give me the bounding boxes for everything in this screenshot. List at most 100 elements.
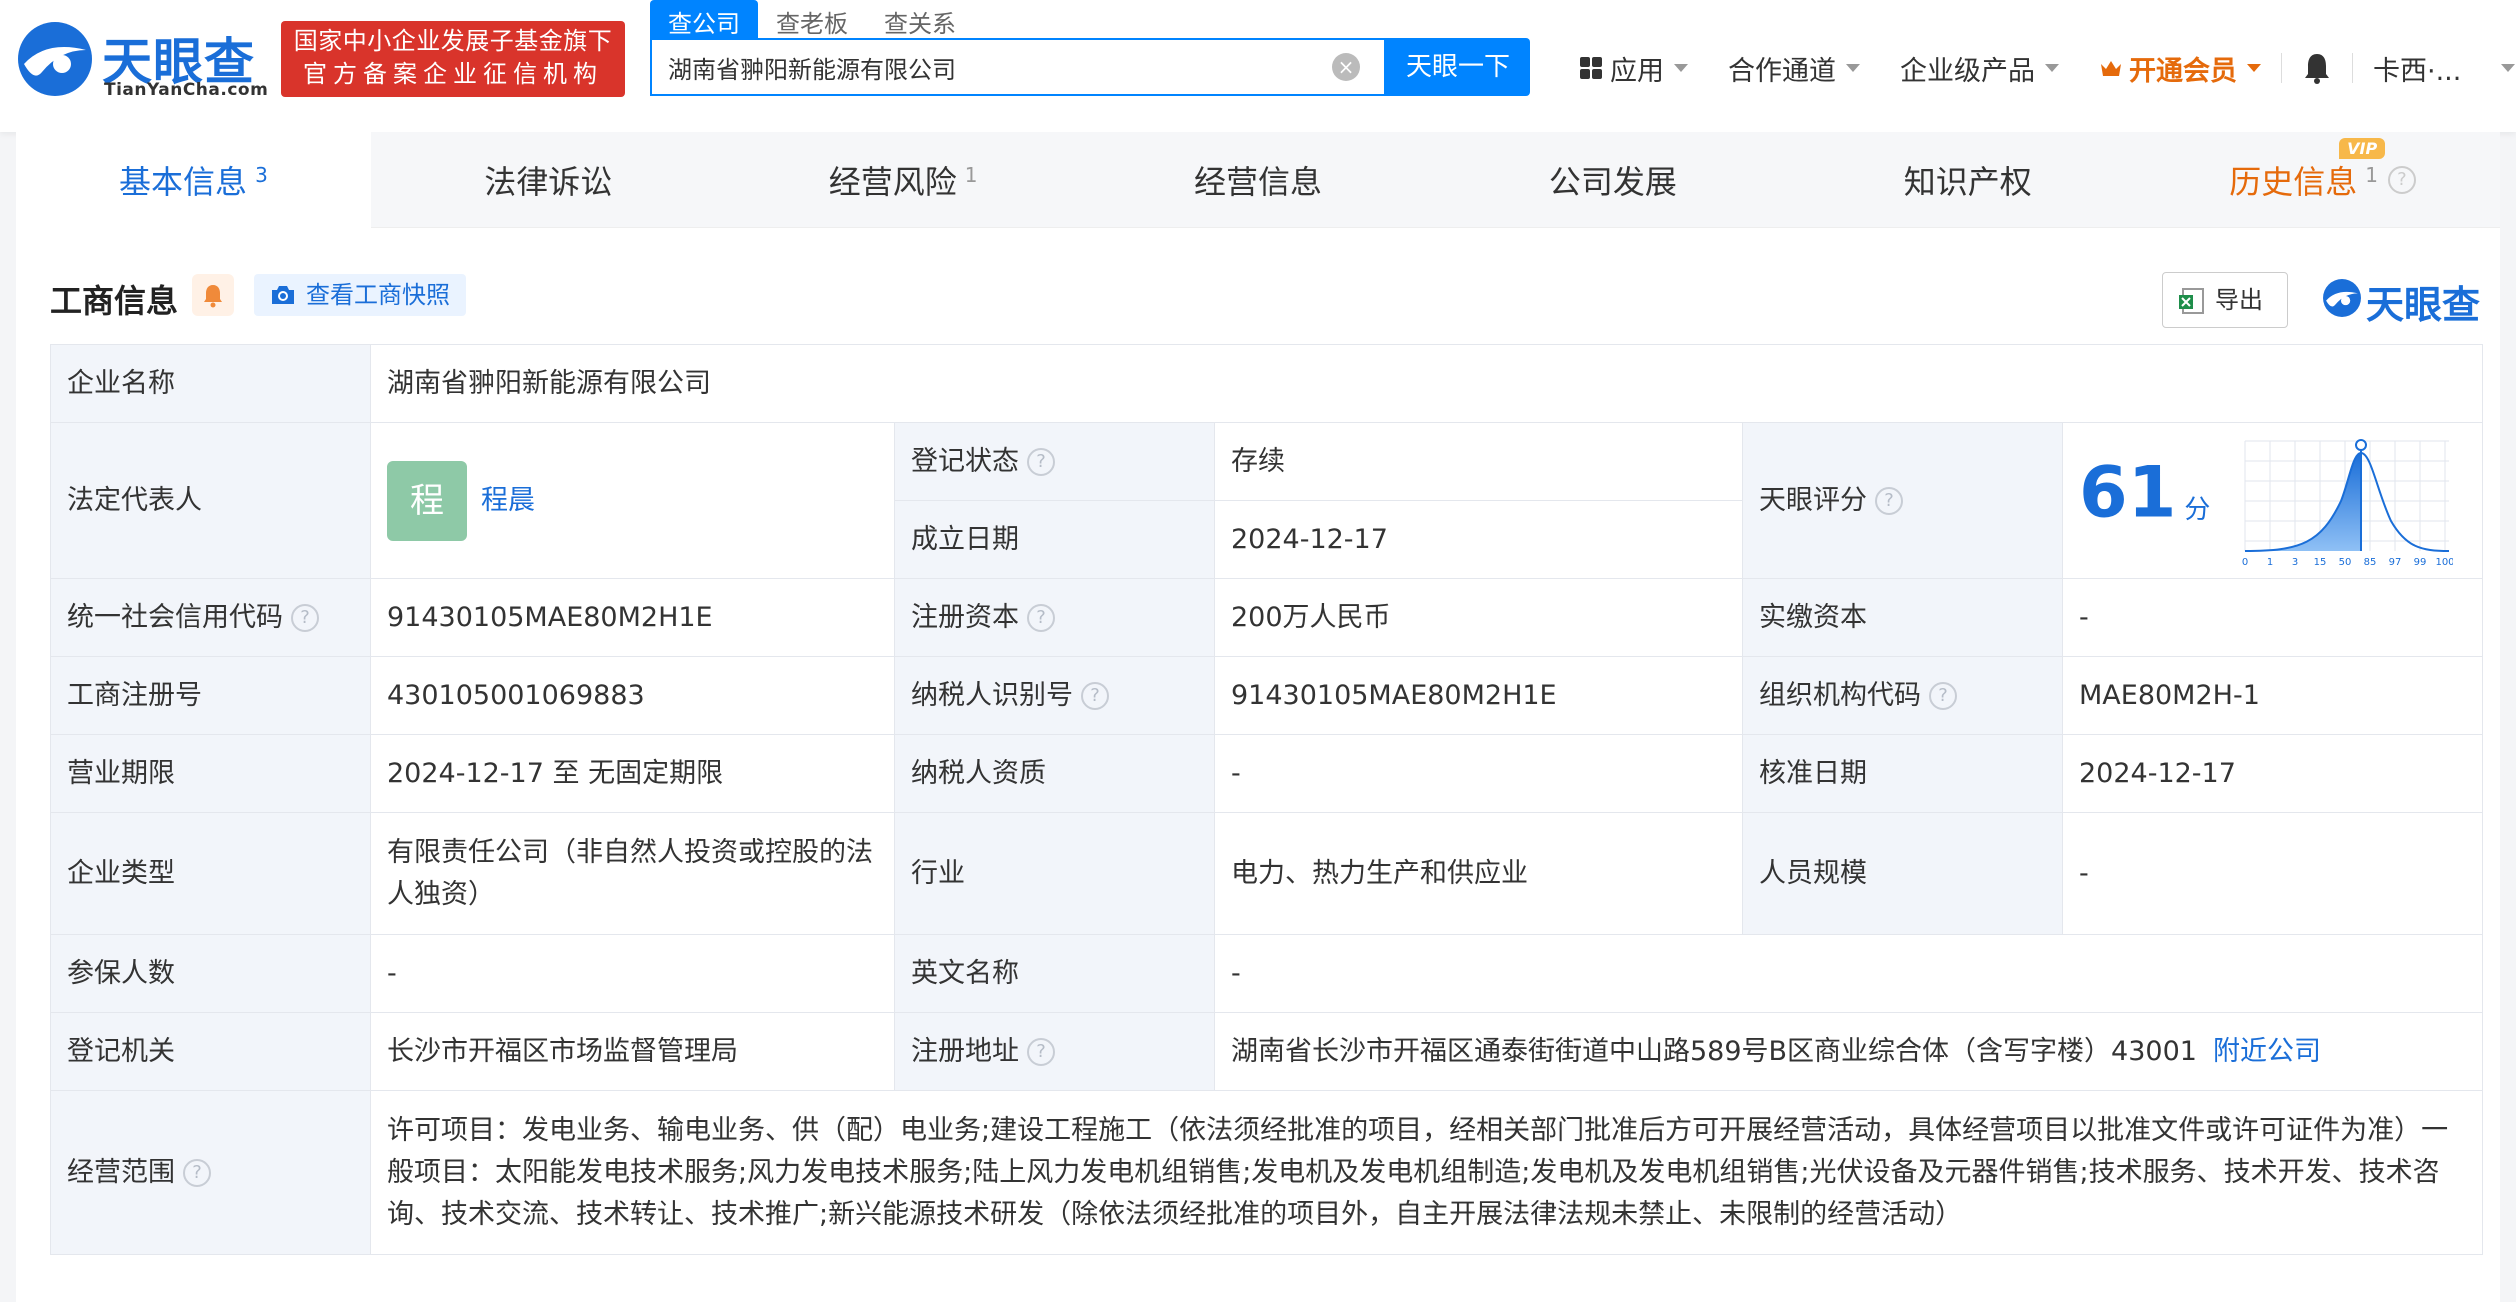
help-icon[interactable]: ?	[291, 604, 319, 632]
approve-date-label: 核准日期	[1742, 734, 2063, 813]
tick-label: 1	[2267, 557, 2273, 568]
company-name-label: 企业名称	[50, 344, 371, 423]
tab-basic-info[interactable]: 基本信息 3	[16, 132, 371, 228]
nearby-companies-link[interactable]: 附近公司	[2213, 1036, 2321, 1067]
help-icon[interactable]: ?	[1027, 448, 1055, 476]
tianyancha-logo[interactable]: 天眼查 TianYanCha.com	[16, 20, 268, 102]
tab-history[interactable]: 历史信息 1 ? VIP	[2145, 132, 2500, 228]
table-row: 营业期限 2024-12-17 至 无固定期限 纳税人资质 - 核准日期 202…	[50, 734, 2484, 813]
business-info-table: 企业名称 湖南省翀阳新能源有限公司 法定代表人 程程晨 登记状态? 存续 天眼评…	[50, 344, 2484, 1255]
avatar[interactable]: 程	[387, 460, 467, 541]
score-cell[interactable]: 61 分 0 1 3 15 50 85 97 99 100	[2061, 422, 2484, 579]
snapshot-label: 查看工商快照	[306, 281, 450, 309]
search-input[interactable]	[668, 40, 1308, 94]
nav-enterprise[interactable]: 企业级产品	[1880, 44, 2079, 92]
notifications-button[interactable]	[2282, 44, 2352, 92]
table-row: 法定代表人 程程晨 登记状态? 存续 天眼评分? 61 分 0 1 3 15 5…	[50, 422, 2484, 579]
export-button[interactable]: 导出	[2162, 272, 2288, 328]
tick-label: 3	[2292, 557, 2298, 568]
authority-label: 登记机关	[50, 1012, 371, 1091]
help-icon[interactable]: ?	[2387, 166, 2416, 194]
help-icon[interactable]: ?	[1027, 1038, 1055, 1066]
tab-label: 经营信息	[1194, 163, 1323, 201]
credit-code-value: 91430105MAE80M2H1E	[370, 578, 895, 657]
table-row: 参保人数 - 英文名称 -	[50, 934, 2484, 1013]
gov-badge-line1: 国家中小企业发展子基金旗下	[293, 27, 613, 55]
score-distribution-chart: 0 1 3 15 50 85 97 99 100	[2242, 439, 2453, 568]
chevron-down-icon	[2045, 64, 2059, 72]
nav-channel[interactable]: 合作通道	[1708, 44, 1880, 92]
nav-apps[interactable]: 应用	[1560, 44, 1708, 92]
tab-count: 1	[964, 163, 978, 187]
nav-apps-label: 应用	[1610, 55, 1664, 87]
taxpayer-id-label-cell: 纳税人识别号?	[894, 656, 1215, 735]
table-row: 工商注册号 430105001069883 纳税人识别号? 91430105MA…	[50, 656, 2484, 735]
score-value: 61	[2079, 451, 2177, 533]
nav-vip[interactable]: 开通会员	[2079, 44, 2281, 92]
tianyancha-brand: 天眼查	[2322, 272, 2486, 327]
monitor-bell-button[interactable]	[192, 274, 234, 316]
found-date-label: 成立日期	[894, 500, 1215, 579]
help-icon[interactable]: ?	[1081, 682, 1109, 710]
insured-value: -	[370, 934, 895, 1013]
tick-label: 0	[2242, 557, 2248, 568]
help-icon[interactable]: ?	[183, 1159, 211, 1187]
search-tab-boss[interactable]: 查老板	[758, 0, 866, 38]
company-name-value: 湖南省翀阳新能源有限公司	[369, 344, 2484, 423]
search-button[interactable]: 天眼一下	[1386, 38, 1530, 96]
en-name-label: 英文名称	[894, 934, 1215, 1013]
tab-ip[interactable]: 知识产权	[1790, 132, 2145, 228]
company-panel: 基本信息 3 法律诉讼 经营风险 1 经营信息 公司发展 知识产权 历史信息 1…	[16, 132, 2500, 1302]
tab-operation[interactable]: 经营信息	[1081, 132, 1436, 228]
industry-value: 电力、热力生产和供应业	[1214, 812, 1743, 935]
reg-capital-label-cell: 注册资本?	[894, 578, 1215, 657]
top-header: 天眼查 TianYanCha.com 国家中小企业发展子基金旗下 官方备案企业征…	[0, 0, 2516, 132]
tick-label: 85	[2364, 557, 2377, 568]
found-date-value: 2024-12-17	[1214, 500, 1743, 579]
legal-rep-link[interactable]: 程晨	[481, 485, 535, 516]
staff-value: -	[2061, 812, 2484, 935]
gov-badge-line2: 官方备案企业征信机构	[303, 60, 603, 88]
taxpayer-id-label: 纳税人识别号	[911, 679, 1073, 711]
en-name-value: -	[1213, 934, 2484, 1013]
taxpayer-qual-label: 纳税人资质	[894, 734, 1215, 813]
help-icon[interactable]: ?	[1027, 604, 1055, 632]
org-code-label-cell: 组织机构代码?	[1742, 656, 2063, 735]
status-value: 存续	[1214, 422, 1743, 501]
nav-user[interactable]: 卡西·...	[2353, 44, 2516, 92]
status-label: 登记状态	[911, 445, 1019, 477]
table-row: 统一社会信用代码? 91430105MAE80M2H1E 注册资本? 200万人…	[50, 578, 2484, 657]
camera-icon	[272, 286, 294, 304]
legal-rep-label: 法定代表人	[50, 422, 371, 579]
staff-label: 人员规模	[1742, 812, 2063, 935]
bell-icon	[2305, 54, 2329, 84]
nav-user-label: 卡西·...	[2373, 55, 2462, 87]
approve-date-value: 2024-12-17	[2061, 734, 2484, 813]
table-row: 企业名称 湖南省翀阳新能源有限公司	[50, 344, 2484, 423]
scope-label: 经营范围	[67, 1156, 175, 1188]
view-snapshot-button[interactable]: 查看工商快照	[254, 274, 466, 316]
tab-development[interactable]: 公司发展	[1435, 132, 1790, 228]
nav-enterprise-label: 企业级产品	[1900, 55, 2035, 87]
org-code-label: 组织机构代码	[1759, 679, 1921, 711]
tab-label: 经营风险	[828, 163, 957, 201]
gov-badge: 国家中小企业发展子基金旗下 官方备案企业征信机构	[281, 21, 625, 97]
scope-label-cell: 经营范围?	[50, 1090, 371, 1255]
paid-capital-label: 实缴资本	[1742, 578, 2063, 657]
search-tab-relation[interactable]: 查关系	[866, 0, 974, 38]
help-icon[interactable]: ?	[1875, 487, 1903, 515]
search-tab-company[interactable]: 查公司	[650, 0, 758, 38]
reg-capital-value: 200万人民币	[1214, 578, 1743, 657]
table-row: 企业类型 有限责任公司（非自然人投资或控股的法人独资） 行业 电力、热力生产和供…	[50, 812, 2484, 935]
tab-count: 1	[2365, 163, 2378, 187]
crown-icon	[2101, 61, 2121, 76]
nav-channel-label: 合作通道	[1728, 55, 1836, 87]
tab-legal[interactable]: 法律诉讼	[371, 132, 726, 228]
help-icon[interactable]: ?	[1929, 682, 1957, 710]
chevron-down-icon	[1674, 64, 1688, 72]
tab-count: 3	[255, 163, 268, 187]
clear-icon[interactable]: ×	[1332, 53, 1360, 81]
excel-icon	[2179, 288, 2204, 314]
bell-icon	[204, 285, 222, 308]
tab-risk[interactable]: 经营风险 1	[726, 132, 1081, 228]
